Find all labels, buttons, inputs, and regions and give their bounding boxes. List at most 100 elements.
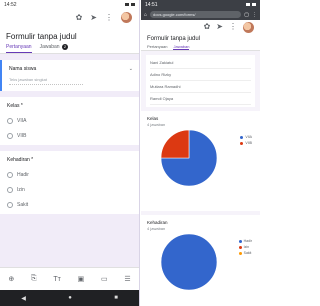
legend-item: Hadir <box>238 239 252 243</box>
form-header: Formulir tanpa judul Pertanyaan Jawaban … <box>0 26 139 54</box>
legend-label: Hadir <box>243 239 252 243</box>
home-icon[interactable]: ⌂ <box>144 12 147 18</box>
option-label: VIIA <box>17 118 27 124</box>
responses-list: Nani Zakiatul Adino Rizky Mutiara Ramadh… <box>146 55 255 107</box>
question-title[interactable]: Kehadiran * <box>7 157 132 163</box>
question-title[interactable]: Kelas * <box>7 103 132 109</box>
tab-bar: Pertanyaan Jawaban 2 <box>6 44 133 53</box>
chart-subtitle: 4 jawaban <box>147 122 166 127</box>
home-icon[interactable]: ● <box>68 295 72 301</box>
legend-item: Izin <box>238 245 252 249</box>
more-icon[interactable]: ⋮ <box>105 13 113 22</box>
battery-icon <box>131 3 135 6</box>
option-row[interactable]: VIIB <box>7 133 132 139</box>
add-video-icon[interactable]: ▭ <box>101 275 108 283</box>
import-questions-icon[interactable]: ⎘ <box>31 275 37 283</box>
option-label: Sakit <box>17 202 29 208</box>
summary-card-attendance: Kehadiran 4 jawaban Hadir Izin Sakit <box>141 215 260 306</box>
form-toolbar: ✿ ➤ ⋮ <box>141 20 260 34</box>
radio-icon <box>7 172 13 178</box>
browser-address-bar: ⌂ docs.google.com/forms/ ▢ ⋮ <box>141 9 260 20</box>
tab-questions[interactable]: Pertanyaan <box>147 44 167 50</box>
pie-slice-hadir <box>160 233 218 291</box>
chart-subtitle: 4 jawaban <box>147 226 166 231</box>
legend-label: VIIB <box>245 141 252 145</box>
form-title[interactable]: Formulir tanpa judul <box>6 32 133 41</box>
legend-item: VIIB <box>240 141 252 145</box>
avatar[interactable] <box>243 21 254 33</box>
pie-chart-attendance <box>160 233 218 291</box>
status-bar: 14:52 <box>0 0 139 9</box>
palette-icon[interactable]: ✿ <box>76 13 83 22</box>
question-card-attendance[interactable]: Kehadiran * Hadir Izin Sakit <box>0 151 139 214</box>
status-time: 14:51 <box>145 1 158 8</box>
right-phone-screen: 14:51 ⌂ docs.google.com/forms/ ▢ ⋮ ✿ ➤ ⋮… <box>141 0 260 306</box>
battery-icon <box>252 3 256 6</box>
legend-swatch <box>240 141 244 145</box>
legend-item: Sakit <box>238 251 252 255</box>
responses-count-badge: 2 <box>61 44 68 50</box>
question-card-class[interactable]: Kelas * VIIA VIIB <box>0 97 139 145</box>
send-icon[interactable]: ➤ <box>90 13 97 22</box>
tab-responses[interactable]: Jawaban <box>173 44 190 50</box>
left-phone-screen: 14:52 ✿ ➤ ⋮ Formulir tanpa judul Pertany… <box>0 0 140 306</box>
summary-card-class: Kelas 4 jawaban VIIA VIIB <box>141 111 260 211</box>
more-icon[interactable]: ⋮ <box>229 23 237 31</box>
back-icon[interactable]: ◀ <box>21 295 26 302</box>
form-header: Formulir tanpa judul Pertanyaan Jawaban <box>141 34 260 51</box>
list-item: Adino Rizky <box>150 69 251 81</box>
avatar[interactable] <box>121 12 132 23</box>
legend-swatch <box>238 251 242 255</box>
legend-label: VIIA <box>245 135 252 139</box>
add-title-icon[interactable]: Tт <box>53 276 60 283</box>
chart-title: Kelas <box>147 116 159 121</box>
legend-swatch <box>238 245 242 249</box>
legend-label: Sakit <box>243 251 252 255</box>
question-title[interactable]: Nama siswa <box>9 66 132 72</box>
chart-legend: VIIA VIIB <box>240 135 252 147</box>
radio-icon <box>7 187 13 193</box>
form-toolbar: ✿ ➤ ⋮ <box>0 9 139 26</box>
option-label: Hadir <box>17 172 29 178</box>
tab-questions[interactable]: Pertanyaan <box>6 44 32 53</box>
signal-icon <box>246 3 250 6</box>
radio-icon <box>7 118 13 124</box>
status-time: 14:52 <box>4 1 17 8</box>
menu-icon[interactable]: ⋮ <box>252 12 257 18</box>
tab-responses-label: Jawaban <box>39 44 60 50</box>
legend-swatch <box>240 135 244 139</box>
option-row[interactable]: VIIA <box>7 118 132 124</box>
radio-icon <box>7 202 13 208</box>
option-row[interactable]: Izin <box>7 187 132 193</box>
tabs-icon[interactable]: ▢ <box>244 12 249 18</box>
option-label: VIIB <box>17 133 27 139</box>
tab-bar: Pertanyaan Jawaban <box>147 44 254 50</box>
short-answer-placeholder: Teks jawaban singkat <box>9 77 83 85</box>
form-title: Formulir tanpa judul <box>147 36 201 42</box>
add-question-icon[interactable]: ⊕ <box>8 275 14 283</box>
palette-icon[interactable]: ✿ <box>204 23 211 31</box>
send-icon[interactable]: ➤ <box>216 23 223 31</box>
status-bar: 14:51 <box>141 0 260 9</box>
option-row[interactable]: Sakit <box>7 202 132 208</box>
recents-icon[interactable]: ■ <box>114 295 118 301</box>
option-label: Izin <box>17 187 25 193</box>
add-section-icon[interactable]: ☰ <box>124 275 130 283</box>
signal-icon <box>125 3 129 6</box>
list-item: Nani Zakiatul <box>150 57 251 69</box>
add-image-icon[interactable]: ▣ <box>78 275 85 283</box>
option-row[interactable]: Hadir <box>7 172 132 178</box>
legend-label: Izin <box>243 245 250 249</box>
url-field[interactable]: docs.google.com/forms/ <box>150 11 242 18</box>
pie-slice-viib <box>160 129 190 159</box>
question-type-icon[interactable]: ⌄ <box>129 66 133 72</box>
bottom-toolbar: ⊕ ⎘ Tт ▣ ▭ ☰ <box>0 267 139 290</box>
android-nav-bar: ◀ ● ■ <box>0 290 139 306</box>
radio-icon <box>7 133 13 139</box>
tab-responses[interactable]: Jawaban 2 <box>40 44 68 53</box>
legend-item: VIIA <box>240 135 252 139</box>
list-item: Ramdi Ojaya <box>150 93 251 105</box>
chart-legend: Hadir Izin Sakit <box>238 239 252 257</box>
chart-title: Kehadiran <box>147 220 168 225</box>
question-card-name[interactable]: Nama siswa Teks jawaban singkat ⌄ <box>0 60 139 91</box>
